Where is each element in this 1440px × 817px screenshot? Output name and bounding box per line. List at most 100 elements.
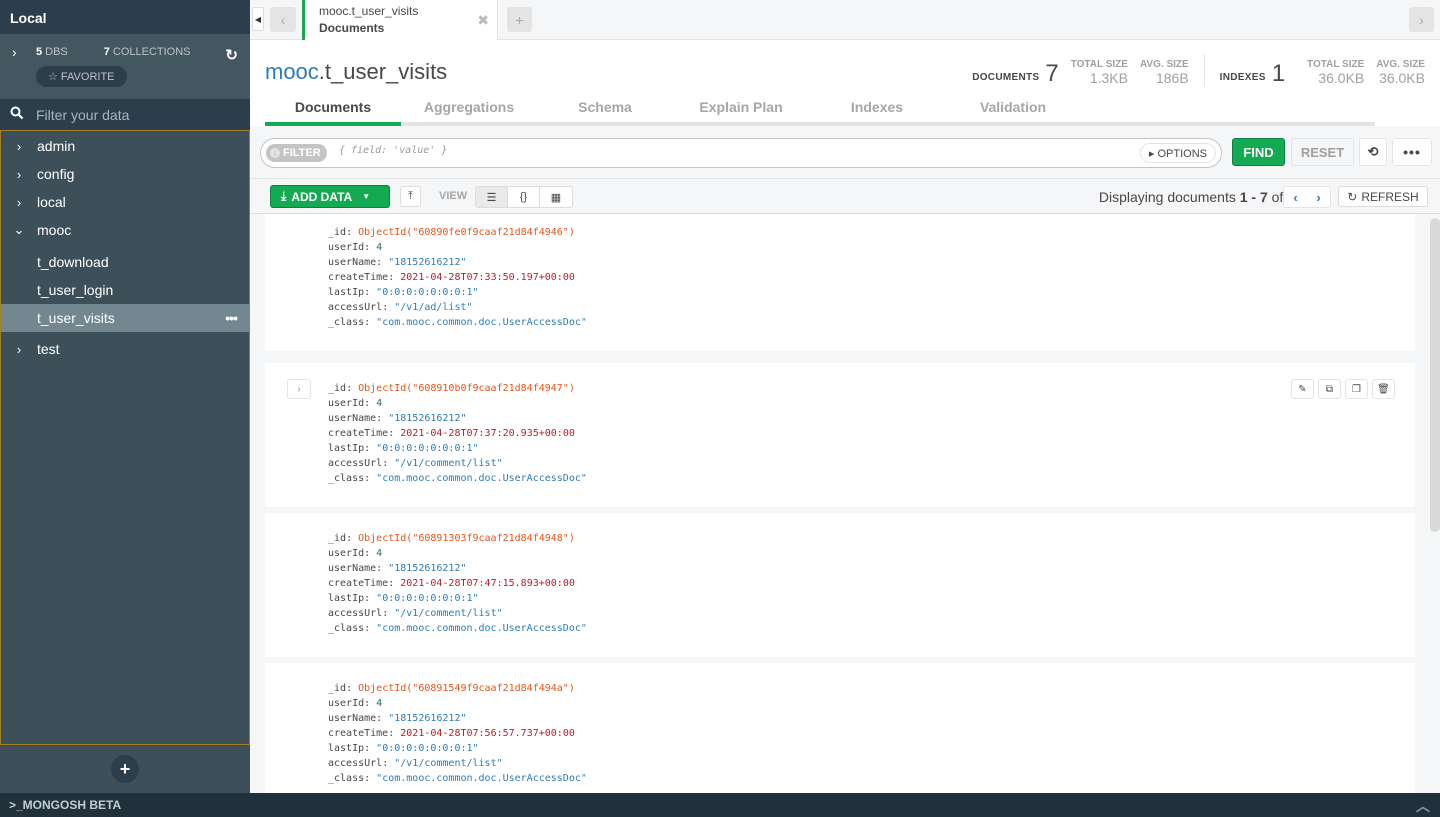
document-field: createTime2021-04-28T07:37:20.935+00:00 (328, 426, 587, 441)
trash-icon: 🗑 (1377, 383, 1390, 395)
compass-app: Local › 5DBS 7COLLECTIONS ↻ ☆ FAVORITE ›… (0, 0, 1440, 817)
reset-button[interactable]: RESET (1291, 138, 1354, 166)
document-field: createTime2021-04-28T07:47:15.893+00:00 (328, 576, 587, 591)
expand-document-button[interactable]: › (287, 379, 311, 399)
document-field: userId4 (328, 396, 587, 411)
delete-document-button[interactable]: 🗑 (1372, 379, 1395, 399)
refresh-icon[interactable]: ↻ (225, 46, 238, 64)
clone-document-button[interactable]: ❐ (1345, 379, 1368, 399)
document-card[interactable]: _idObjectId("60891549f9caaf21d84f494a")u… (265, 663, 1415, 793)
table-view-button[interactable]: ▦ (540, 187, 572, 207)
field-key: userId (328, 398, 376, 409)
documents-total-size: TOTAL SIZE 1.3KB (1070, 59, 1128, 86)
database-tree: › admin › config › local ⌄ mooc t_downlo… (0, 130, 250, 745)
sidebar-filter-input[interactable] (36, 106, 236, 123)
chevron-right-icon: › (16, 194, 22, 210)
document-field: _class"com.mooc.common.doc.UserAccessDoc… (328, 471, 587, 486)
tab-validation[interactable]: Validation (945, 94, 1081, 122)
more-options-button[interactable]: ••• (1392, 138, 1432, 166)
document-field: _class"com.mooc.common.doc.UserAccessDoc… (328, 771, 587, 786)
field-value: "com.mooc.common.doc.UserAccessDoc" (376, 317, 587, 328)
pagination-controls: ‹ › (1283, 186, 1331, 208)
copy-document-button[interactable]: ⧉ (1318, 379, 1341, 399)
refresh-button[interactable]: ↻ REFRESH (1338, 186, 1428, 207)
favorite-button[interactable]: ☆ FAVORITE (36, 66, 127, 87)
collection-title: mooc.t_user_visits (265, 59, 448, 84)
next-page-button[interactable]: › (1307, 187, 1330, 207)
sidebar-collection-t-user-visits[interactable]: t_user_visits ••• (1, 304, 249, 332)
indexes-total-size: TOTAL SIZE 36.0KB (1307, 59, 1365, 86)
tab-explain-plan[interactable]: Explain Plan (673, 94, 809, 122)
options-button[interactable]: ▸ OPTIONS (1139, 143, 1216, 163)
document-list-scrollbar[interactable] (1430, 214, 1440, 793)
field-key: userName (328, 563, 388, 574)
json-view-button[interactable]: {} (508, 187, 540, 207)
document-field: userName"18152616212" (328, 561, 587, 576)
filter-box: i FILTER ▸ OPTIONS (260, 138, 1222, 168)
chevron-up-icon[interactable]: ︿ (1416, 796, 1430, 816)
pencil-icon: ✎ (1298, 383, 1307, 395)
prev-page-button[interactable]: ‹ (1284, 187, 1307, 207)
tab-schema[interactable]: Schema (537, 94, 673, 122)
tab-indexes[interactable]: Indexes (809, 94, 945, 122)
field-value: "0:0:0:0:0:0:0:1" (376, 743, 479, 754)
filter-input[interactable] (339, 145, 1119, 156)
filter-label[interactable]: i FILTER (266, 144, 327, 162)
list-view-button[interactable]: ☰ (476, 187, 508, 207)
document-field: lastIp"0:0:0:0:0:0:0:1" (328, 285, 587, 300)
more-options-icon[interactable]: ••• (225, 310, 238, 326)
document-field: userName"18152616212" (328, 711, 587, 726)
scrollbar-thumb[interactable] (1430, 218, 1440, 532)
collection-subtabs: Documents Aggregations Schema Explain Pl… (265, 94, 1375, 126)
sidebar-collection-t-user-login[interactable]: t_user_login (1, 276, 249, 304)
sidebar-db-test[interactable]: › test (1, 335, 249, 363)
create-database-button[interactable]: + (111, 755, 139, 783)
field-key: accessUrl (328, 302, 394, 313)
tab-documents[interactable]: Documents (265, 94, 401, 126)
export-button[interactable]: ⤒ (400, 186, 421, 207)
field-value: "0:0:0:0:0:0:0:1" (376, 593, 479, 604)
field-value: "/v1/comment/list" (394, 458, 503, 469)
instance-stats: › 5 DBS 7 COLLECTIONS ↻ ☆ FAVORITE (0, 34, 250, 99)
field-key: accessUrl (328, 758, 394, 769)
field-key: accessUrl (328, 458, 394, 469)
sidebar-title: Local (0, 0, 250, 34)
field-value: "com.mooc.common.doc.UserAccessDoc" (376, 773, 587, 784)
document-field: accessUrl"/v1/comment/list" (328, 606, 587, 621)
braces-icon: {} (519, 191, 528, 203)
edit-document-button[interactable]: ✎ (1291, 379, 1314, 399)
tab-mooc-t-user-visits[interactable]: mooc.t_user_visits Documents ✖ (302, 0, 498, 40)
new-tab-button[interactable]: + (507, 7, 532, 32)
field-value: "/v1/comment/list" (394, 758, 503, 769)
field-key: lastIp (328, 593, 376, 604)
field-value: 2021-04-28T07:37:20.935+00:00 (400, 428, 575, 439)
document-field: lastIp"0:0:0:0:0:0:0:1" (328, 741, 587, 756)
document-card[interactable]: _idObjectId("60891303f9caaf21d84f4948")u… (265, 513, 1415, 657)
collapse-sidebar-button[interactable]: ◀ (252, 7, 264, 31)
prev-tab-button[interactable]: ‹ (270, 7, 296, 32)
sidebar-collection-t-download[interactable]: t_download (1, 248, 249, 276)
sidebar-db-admin[interactable]: › admin (1, 132, 249, 160)
document-card[interactable]: _idObjectId("60890fe0f9caaf21d84f4946")u… (265, 214, 1415, 351)
db-link[interactable]: mooc (265, 59, 319, 84)
documents-toolbar: ⤓ ADD DATA ▼ ⤒ VIEW ☰ {} ▦ Displaying do… (250, 179, 1440, 214)
next-tab-button[interactable]: › (1409, 7, 1434, 32)
sidebar: Local › 5DBS 7COLLECTIONS ↻ ☆ FAVORITE ›… (0, 0, 250, 793)
sidebar-db-config[interactable]: › config (1, 160, 249, 188)
tab-aggregations[interactable]: Aggregations (401, 94, 537, 122)
field-value: 4 (376, 698, 383, 709)
table-icon: ▦ (550, 191, 562, 204)
find-button[interactable]: FIND (1232, 138, 1285, 166)
sidebar-db-local[interactable]: › local (1, 188, 249, 216)
field-key: _class (328, 473, 376, 484)
query-history-button[interactable]: ⟲ (1359, 138, 1387, 166)
refresh-icon: ↻ (1347, 189, 1358, 204)
chevron-right-icon[interactable]: › (12, 44, 24, 60)
close-tab-icon[interactable]: ✖ (477, 12, 489, 29)
mongosh-bar[interactable]: >_MONGOSH BETA ︿ (0, 793, 1440, 817)
field-key: _id (328, 533, 358, 544)
add-data-button[interactable]: ⤓ ADD DATA ▼ (270, 185, 390, 208)
document-card[interactable]: › _idObjectId("608910b0f9caaf21d84f4947"… (265, 363, 1415, 507)
sidebar-db-mooc[interactable]: ⌄ mooc (1, 216, 249, 244)
stats-divider (1203, 54, 1205, 86)
